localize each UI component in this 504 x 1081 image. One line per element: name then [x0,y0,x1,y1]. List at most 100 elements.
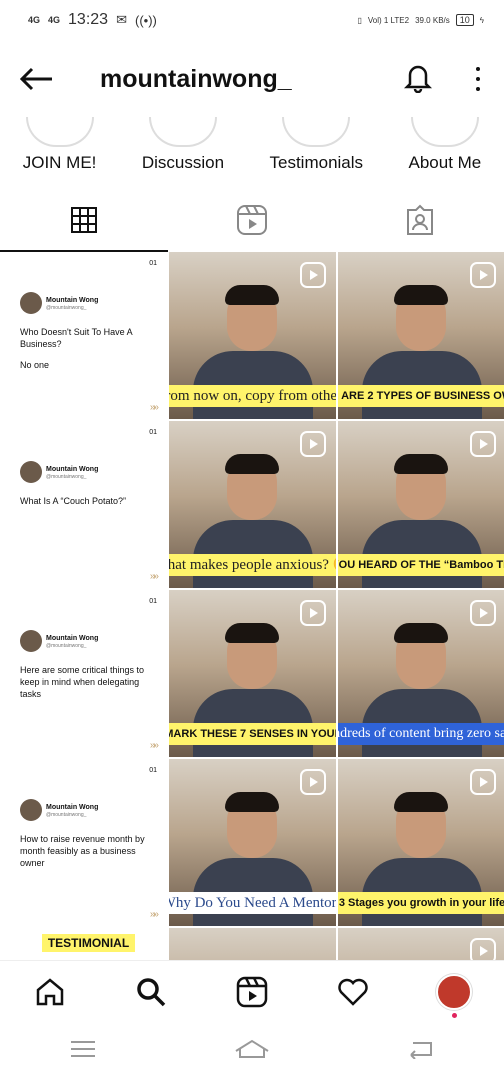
reels-icon [237,205,267,235]
highlight-about-me[interactable]: About Me [408,117,482,173]
highlight-testimonials[interactable]: Testimonials [269,117,364,173]
reel-caption: Why Do You Need A Mentor? [169,892,336,914]
system-nav [0,1022,504,1081]
profile-username: mountainwong_ [100,64,292,93]
reel-icon [300,431,326,457]
avatar [20,799,42,821]
nav-profile[interactable] [434,972,474,1018]
vibrate-icon: ▯ [357,15,362,25]
chevrons-icon: »» [149,571,159,582]
reel-post[interactable]: Why Do You Need A Mentor? [169,759,336,926]
grid-icon [71,207,97,233]
posts-grid: 01 Mountain Wong @mountainwong_ Who Doesn… [0,252,504,964]
reel-caption: THERE ARE 2 TYPES OF BUSINESS OWNERS [338,385,504,407]
reel-post[interactable] [338,928,504,964]
highlight-join-me[interactable]: JOIN ME! [22,117,97,173]
post-title: What Is A “Couch Potato?” [20,496,127,506]
reel-icon [470,769,496,795]
reel-post[interactable]: What makes people anxious? 😬 [169,421,336,588]
post-carousel[interactable]: 01 Mountain Wong @mountainwong_ What Is A… [0,421,167,588]
reel-icon [300,769,326,795]
nav-activity[interactable] [333,972,373,1012]
reel-post[interactable]: Hundreds of content bring zero sales? [338,590,504,757]
more-options-button[interactable] [472,67,484,91]
reel-caption: What makes people anxious? 😬 [169,554,336,576]
author-name: Mountain Wong [46,803,99,811]
reel-icon [470,600,496,626]
reel-icon [300,262,326,288]
reel-post[interactable]: From now on, copy from others [169,252,336,419]
testimonial-label: TESTIMONIAL [41,934,136,952]
reel-icon [470,431,496,457]
tab-posts-grid[interactable] [0,188,168,252]
post-carousel[interactable]: 01 Mountain Wong @mountainwong_ Who Doesn… [0,252,167,419]
post-subtitle: No one [20,360,50,370]
signal-1: 4G [28,15,41,25]
reel-post[interactable] [169,928,336,964]
reel-caption: HAVE YOU HEARD OF THE “Bamboo Theory”? [338,554,504,576]
highlight-discussion[interactable]: Discussion [141,117,225,173]
notifications-button[interactable] [402,61,436,98]
charging-icon: ϟ [479,15,484,25]
volte-label: Vol) 1 LTE2 [367,15,410,25]
net-speed: 39.0 KB/s [415,15,450,25]
signal-2: 4G [48,15,61,25]
highlight-label: About Me [408,153,482,172]
author-name: Mountain Wong [46,634,99,642]
reel-caption: BOOKMARK THESE 7 SENSES IN YOUR MIND [169,723,336,745]
battery-icon: 10 [455,14,474,26]
author-handle: @mountainwong_ [46,304,87,311]
reel-icon [470,262,496,288]
avatar [20,630,42,652]
chevrons-icon: »» [149,740,159,751]
page-number: 01 [149,429,157,436]
profile-tabs [0,188,504,252]
post-title: Here are some critical things to keep in… [20,665,145,699]
post-carousel[interactable]: 01 Mountain Wong @mountainwong_ Here are … [0,590,167,757]
avatar [20,292,42,314]
avatar [20,461,42,483]
author-handle: @mountainwong_ [46,811,87,818]
highlight-label: JOIN ME! [22,153,97,172]
back-button[interactable] [20,59,60,99]
nav-home[interactable] [30,972,70,1012]
avatar [435,973,472,1010]
tagged-icon [407,204,433,235]
chevrons-icon: »» [149,909,159,920]
back-arrow-icon [20,67,52,91]
message-icon: ✉ [116,12,127,27]
reel-caption: 3 Stages you growth in your life [338,892,504,914]
post-carousel[interactable]: 01 Mountain Wong @mountainwong_ How to ra… [0,759,167,926]
clock: 13:23 [68,11,109,28]
home-icon [37,977,64,1005]
menu-icon [70,1041,95,1057]
home-outline-icon [235,1039,269,1058]
tab-reels[interactable] [168,188,336,252]
nav-reels[interactable] [232,972,272,1012]
highlight-label: Testimonials [269,153,364,172]
reel-post[interactable]: HAVE YOU HEARD OF THE “Bamboo Theory”? [338,421,504,588]
system-back-button[interactable] [407,1039,435,1064]
post-title: Who Doesn't Suit To Have A Business? [20,327,133,349]
reel-post[interactable]: THERE ARE 2 TYPES OF BUSINESS OWNERS [338,252,504,419]
post-title: How to raise revenue month by month feas… [20,834,145,868]
author-handle: @mountainwong_ [46,473,87,480]
profile-header: mountainwong_ [0,40,504,118]
reel-icon [300,600,326,626]
chevrons-icon: »» [149,402,159,413]
nav-search[interactable] [131,972,171,1012]
post-testimonial[interactable]: TESTIMONIAL [0,928,167,964]
tab-tagged[interactable] [336,188,504,252]
reel-caption: From now on, copy from others [169,385,336,407]
author-name: Mountain Wong [46,465,99,473]
menu-button[interactable] [69,1039,97,1064]
reel-caption: Hundreds of content bring zero sales? [338,723,504,745]
reel-post[interactable]: BOOKMARK THESE 7 SENSES IN YOUR MIND [169,590,336,757]
page-number: 01 [149,598,157,605]
reels-icon [236,976,268,1007]
highlight-label: Discussion [141,153,225,172]
home-button[interactable] [234,1039,270,1064]
bottom-nav [0,960,504,1022]
reel-post[interactable]: 3 Stages you growth in your life [338,759,504,926]
back-icon [410,1042,433,1060]
